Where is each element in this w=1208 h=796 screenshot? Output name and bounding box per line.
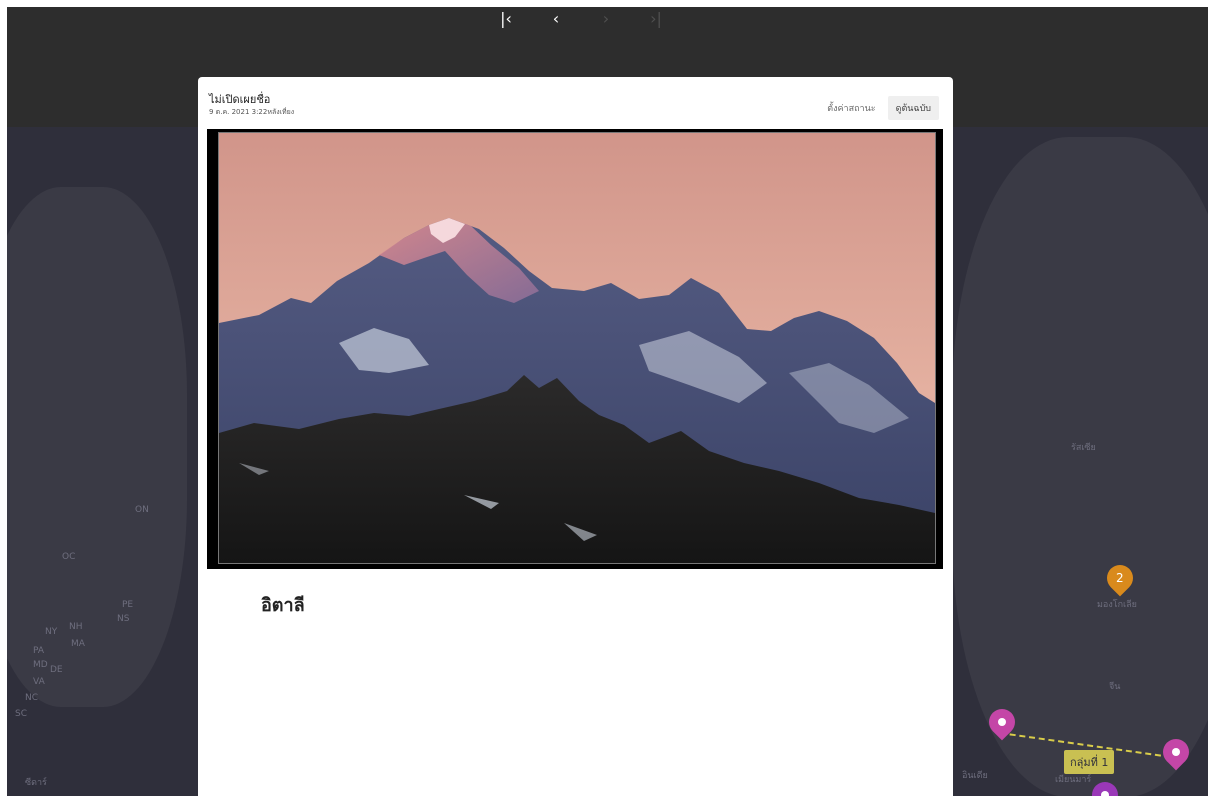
photo-navigation: |‹ ‹ › ›| [487, 7, 675, 29]
map-label-pe: PE [122, 600, 134, 610]
last-photo-button[interactable]: ›| [637, 7, 675, 29]
photo-caption: อิตาลี [261, 595, 305, 616]
timestamp: 9 ต.ค. 2021 3:22หลังเที่ยง [209, 108, 295, 116]
map-label-de: DE [50, 665, 63, 675]
photo-frame [207, 129, 943, 569]
map-label-ns: NS [117, 614, 130, 624]
pin-dot [998, 718, 1006, 726]
set-status-button[interactable]: ตั้งค่าสถานะ [827, 101, 875, 115]
map-label-oc: OC [62, 552, 76, 562]
map-label-nh: NH [69, 622, 83, 632]
next-photo-button[interactable]: › [587, 7, 625, 29]
map-label-ma: MA [71, 639, 85, 649]
map-label-nc: NC [25, 693, 39, 703]
map-label-myanmar: เมียนมาร์ [1055, 775, 1092, 785]
photo-modal: ไม่เปิดเผยชื่อ 9 ต.ค. 2021 3:22หลังเที่ย… [198, 77, 953, 796]
map-land-left [7, 187, 187, 707]
header-actions: ตั้งค่าสถานะ ดูต้นฉบับ [827, 96, 939, 120]
group-label: กลุ่มที่ 1 [1064, 750, 1115, 774]
map-land-right [952, 137, 1208, 796]
map-label-on: ON [135, 505, 149, 515]
first-photo-button[interactable]: |‹ [487, 7, 525, 29]
map-label-cedar: ซีดาร์ [25, 778, 47, 788]
map-label-va: VA [33, 677, 45, 687]
map-label-md: MD [33, 660, 48, 670]
map-label-india: อินเดีย [962, 771, 988, 781]
previous-photo-button[interactable]: ‹ [537, 7, 575, 29]
map-label-ny: NY [45, 627, 58, 637]
pin-dot [1172, 748, 1180, 756]
view-original-button[interactable]: ดูต้นฉบับ [887, 96, 939, 120]
cluster-count: 2 [1116, 571, 1124, 586]
app-viewport: |‹ ‹ › ›| ซีดาร์ รัสเซีย มองโกเลีย จีน อ… [7, 7, 1208, 796]
mountain-illustration [219, 133, 935, 563]
map-label-mongolia: มองโกเลีย [1097, 600, 1137, 610]
mountain-photo[interactable] [218, 132, 936, 564]
author-name: ไม่เปิดเผยชื่อ [209, 93, 271, 106]
pin-dot [1101, 791, 1109, 796]
map-label-russia: รัสเซีย [1071, 443, 1096, 453]
modal-header: ไม่เปิดเผยชื่อ 9 ต.ค. 2021 3:22หลังเที่ย… [198, 77, 953, 127]
map-label-sc: SC [15, 709, 27, 719]
map-label-pa: PA [33, 646, 45, 656]
map-label-china: จีน [1109, 682, 1121, 692]
